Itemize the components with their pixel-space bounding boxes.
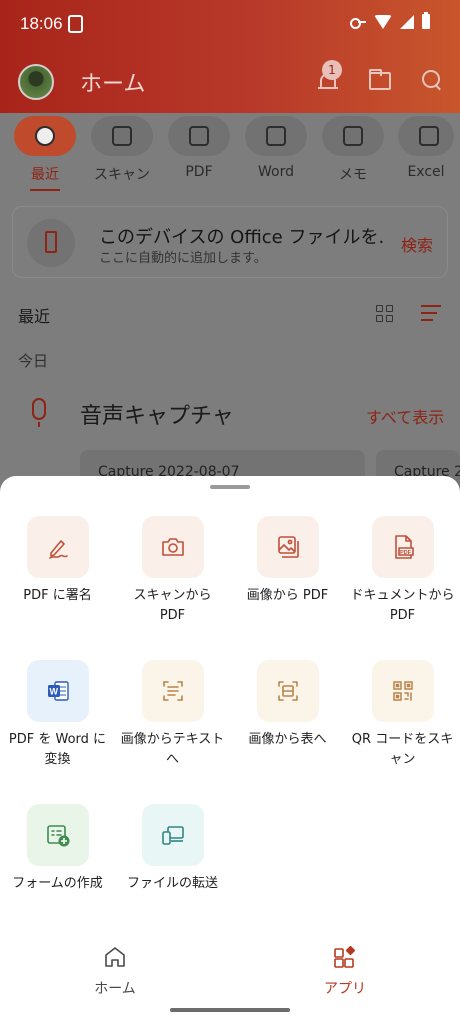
clock-icon (35, 126, 55, 146)
nav-apps[interactable]: アプリ (295, 944, 395, 998)
tab-excel[interactable]: Excel (392, 116, 460, 180)
word-icon: W (47, 681, 69, 701)
tab-pdf[interactable]: PDF (161, 116, 237, 180)
app-transfer-files[interactable]: ファイルの転送 (115, 804, 230, 894)
app-sign-pdf[interactable]: PDF に署名 (0, 516, 115, 606)
app-scan-to-pdf[interactable]: スキャンから PDF (115, 516, 230, 626)
word-doc-icon (266, 126, 286, 146)
drag-handle[interactable] (210, 485, 250, 489)
qr-code-icon (392, 681, 413, 701)
app-doc-to-pdf[interactable]: PDF ドキュメントから PDF (345, 516, 460, 626)
file-transfer-icon (161, 826, 184, 845)
home-icon (105, 947, 125, 967)
excel-icon (419, 126, 439, 146)
page-title: ホーム (80, 72, 146, 97)
folder-icon[interactable] (369, 69, 391, 90)
image-icon (112, 126, 132, 146)
filter-tabs: 最近 スキャン PDF Word メモ Excel (0, 116, 460, 196)
tab-scan[interactable]: スキャン (84, 116, 160, 184)
tab-notes[interactable]: メモ (315, 116, 391, 184)
svg-text:PDF: PDF (400, 550, 412, 556)
app-create-form[interactable]: フォームの作成 (0, 804, 115, 894)
voice-app-icon (68, 15, 83, 33)
today-label: 今日 (18, 352, 49, 370)
phone-icon (45, 231, 57, 253)
search-icon[interactable] (422, 70, 442, 90)
app-image-to-pdf[interactable]: 画像から PDF (230, 516, 345, 606)
show-all-link[interactable]: すべて表示 (366, 404, 444, 428)
grid-view-icon[interactable] (376, 305, 394, 323)
voice-capture-title: 音声キャプチャ (80, 404, 234, 429)
tab-recent[interactable]: 最近 (7, 116, 83, 184)
note-icon (343, 126, 363, 146)
status-bar: 18:06 (0, 0, 460, 48)
images-icon (277, 536, 299, 558)
list-view-icon[interactable] (421, 305, 441, 321)
camera-icon (161, 538, 184, 556)
app-scan-qr[interactable]: QR コードをスキャン (345, 660, 460, 770)
card-title: このデバイスの Office ファイルを... (99, 227, 384, 248)
app-image-to-table[interactable]: 画像から表へ (230, 660, 345, 750)
microphone-icon (32, 398, 46, 427)
notification-badge: 1 (322, 60, 342, 80)
nav-home[interactable]: ホーム (65, 944, 165, 998)
avatar[interactable] (18, 64, 54, 100)
section-title-recent: 最近 (18, 307, 51, 326)
app-image-to-text[interactable]: 画像からテキストへ (115, 660, 230, 770)
svg-text:W: W (49, 687, 58, 697)
card-subtitle: ここに自動的に追加します。 (99, 251, 267, 266)
tab-underline (30, 189, 60, 191)
text-scan-icon (162, 681, 183, 701)
battery-icon (422, 12, 430, 29)
pdf-icon (189, 126, 209, 146)
wifi-icon (374, 14, 392, 29)
pdf-document-icon: PDF (394, 535, 414, 559)
apps-icon (334, 945, 356, 968)
vpn-key-icon (350, 17, 366, 29)
cell-signal-icon (400, 14, 414, 29)
pen-sign-icon (48, 540, 68, 559)
tab-word[interactable]: Word (238, 116, 314, 180)
gesture-bar (170, 1008, 290, 1012)
search-files-button[interactable]: 検索 (401, 232, 433, 256)
table-scan-icon (277, 681, 298, 701)
form-create-icon (46, 825, 69, 847)
status-time: 18:06 (20, 14, 63, 33)
find-files-card[interactable]: このデバイスの Office ファイルを... ここに自動的に追加します。 検索 (12, 206, 448, 278)
app-pdf-to-word[interactable]: W PDF を Word に変換 (0, 660, 115, 770)
